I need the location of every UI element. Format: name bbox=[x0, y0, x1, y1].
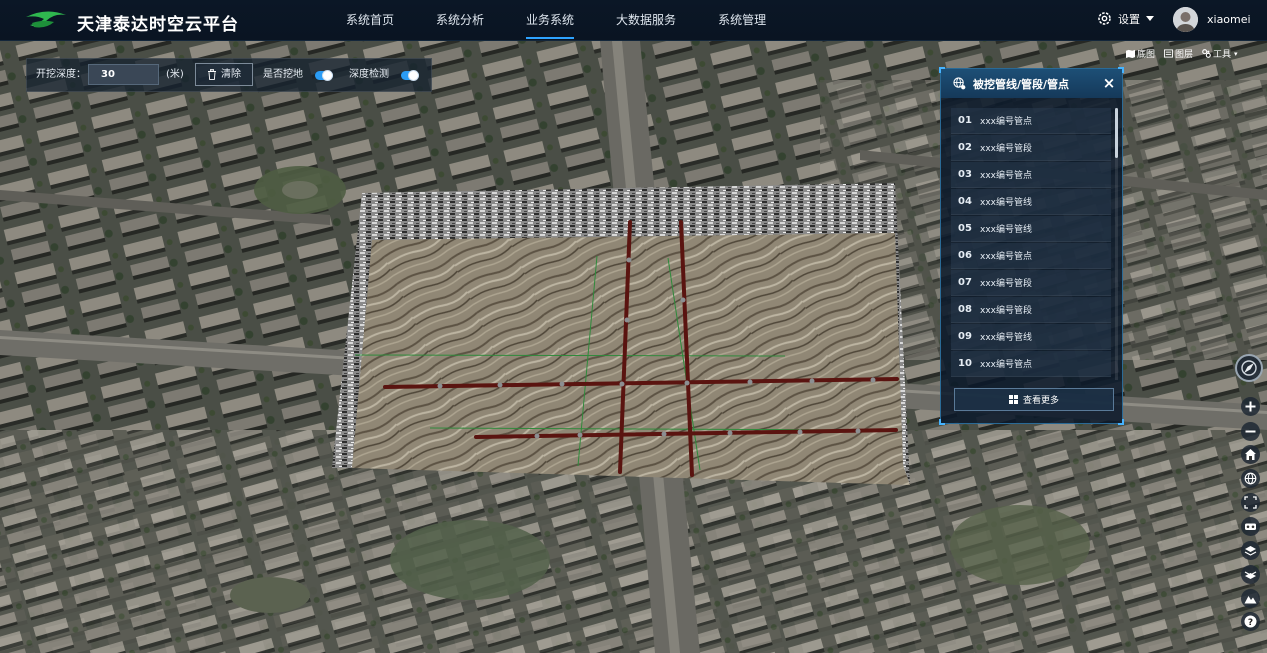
list-item-number: 07 bbox=[958, 277, 972, 288]
list-item-number: 06 bbox=[958, 250, 972, 261]
excavation-toolbar: 开挖深度： (米) 清除 是否挖地 深度检测 bbox=[26, 58, 432, 92]
dig-toggle[interactable] bbox=[315, 70, 333, 81]
list-item[interactable]: 06 xxx编号管点 bbox=[951, 243, 1111, 269]
panel-header: 被挖管线/管段/管点 × bbox=[941, 69, 1122, 98]
fullscreen-icon[interactable] bbox=[1241, 493, 1260, 512]
home-icon[interactable] bbox=[1241, 445, 1260, 464]
list-item-label: xxx编号管段 bbox=[980, 306, 1032, 316]
list-item[interactable]: 03 xxx编号管点 bbox=[951, 162, 1111, 188]
depth-detect-toggle[interactable] bbox=[401, 70, 419, 81]
list-item-number: 01 bbox=[958, 115, 972, 126]
terrain-icon[interactable] bbox=[1241, 589, 1260, 608]
user-icon bbox=[1173, 7, 1198, 32]
list-item[interactable]: 09 xxx编号管线 bbox=[951, 324, 1111, 350]
panel-corner bbox=[939, 67, 945, 73]
list-item-number: 08 bbox=[958, 304, 972, 315]
nav-item-bigdata[interactable]: 大数据服务 bbox=[600, 0, 692, 41]
depth-label: 开挖深度： bbox=[36, 69, 86, 80]
list-item[interactable]: 05 xxx编号管线 bbox=[951, 216, 1111, 242]
list-item[interactable]: 04 xxx编号管线 bbox=[951, 189, 1111, 215]
logo-icon bbox=[26, 11, 66, 28]
scrollbar-thumb[interactable] bbox=[1115, 108, 1118, 158]
panel-title: 被挖管线/管段/管点 bbox=[973, 77, 1070, 91]
zoom-in-icon[interactable] bbox=[1241, 397, 1260, 416]
help-icon[interactable]: ? bbox=[1241, 612, 1260, 631]
map-icon bbox=[1126, 49, 1135, 58]
basemap-label: 底图 bbox=[1137, 50, 1156, 60]
view-more-label: 查看更多 bbox=[1022, 396, 1059, 406]
compass-icon[interactable] bbox=[1235, 354, 1263, 382]
layer-down-icon[interactable] bbox=[1241, 565, 1260, 584]
nav-item-analysis[interactable]: 系统分析 bbox=[420, 0, 500, 41]
list-item-label: xxx编号管线 bbox=[980, 333, 1032, 343]
clear-button[interactable]: 清除 bbox=[195, 63, 253, 86]
globe-grid-icon bbox=[953, 77, 966, 90]
panel-corner bbox=[1118, 67, 1124, 73]
trash-icon bbox=[208, 69, 216, 80]
chevron-down-icon: ▾ bbox=[1234, 49, 1238, 58]
depth-input[interactable] bbox=[88, 64, 159, 85]
layer-up-icon[interactable] bbox=[1241, 541, 1260, 560]
tools-icon bbox=[1202, 49, 1211, 58]
settings-label: 设置 bbox=[1118, 12, 1140, 26]
gear-icon bbox=[1098, 12, 1111, 25]
globe-icon[interactable] bbox=[1241, 469, 1260, 488]
list-item[interactable]: 07 xxx编号管段 bbox=[951, 270, 1111, 296]
settings-menu[interactable]: 设置 bbox=[1096, 10, 1154, 27]
view-more-button[interactable]: 查看更多 bbox=[954, 388, 1114, 411]
depth-detect-label: 深度检测 bbox=[349, 69, 389, 80]
compass-needle-icon bbox=[1241, 360, 1257, 376]
list-item[interactable]: 10 xxx编号管点 bbox=[951, 351, 1111, 377]
tools-label: 工具 bbox=[1213, 50, 1232, 60]
list-item-number: 02 bbox=[958, 142, 972, 153]
nav-item-business[interactable]: 业务系统 bbox=[510, 0, 590, 41]
dig-toggle-label: 是否挖地 bbox=[263, 69, 303, 80]
pipe-list: 01 xxx编号管点 02 xxx编号管段 03 xxx编号管点 04 xxx编号管线 … bbox=[951, 108, 1111, 378]
nav-item-home[interactable]: 系统首页 bbox=[330, 0, 410, 41]
svg-text:?: ? bbox=[1248, 618, 1253, 628]
list-item-label: xxx编号管线 bbox=[980, 225, 1032, 235]
panel-corner bbox=[939, 419, 945, 425]
main-nav: 系统首页 系统分析 业务系统 大数据服务 系统管理 bbox=[330, 0, 792, 41]
close-icon[interactable]: × bbox=[1102, 74, 1116, 92]
basemap-button[interactable]: 底图 bbox=[1126, 47, 1155, 60]
layers-label: 图层 bbox=[1175, 50, 1194, 60]
list-item-number: 04 bbox=[958, 196, 972, 207]
panel-corner bbox=[1118, 419, 1124, 425]
list-item-label: xxx编号管段 bbox=[980, 279, 1032, 289]
tools-button[interactable]: 工具 ▾ bbox=[1202, 47, 1238, 60]
list-item-number: 05 bbox=[958, 223, 972, 234]
list-item-label: xxx编号管点 bbox=[980, 360, 1032, 370]
map-tools: 底图 图层 工具 ▾ bbox=[1126, 47, 1247, 60]
list-item-label: xxx编号管段 bbox=[980, 144, 1032, 154]
list-item-number: 09 bbox=[958, 331, 972, 342]
list-item-label: xxx编号管点 bbox=[980, 252, 1032, 262]
username[interactable]: xiaomei bbox=[1207, 13, 1251, 26]
avatar[interactable] bbox=[1173, 7, 1198, 32]
app-title: 天津泰达时空云平台 bbox=[77, 15, 239, 35]
list-item[interactable]: 01 xxx编号管点 bbox=[951, 108, 1111, 134]
excavated-pipes-panel: 被挖管线/管段/管点 × 01 xxx编号管点 02 xxx编号管段 03 xxx编号… bbox=[939, 67, 1124, 425]
vr-icon[interactable] bbox=[1241, 517, 1260, 536]
list-item-label: xxx编号管点 bbox=[980, 117, 1032, 127]
grid-icon bbox=[1008, 395, 1018, 404]
list-item[interactable]: 02 xxx编号管段 bbox=[951, 135, 1111, 161]
zoom-out-icon[interactable] bbox=[1241, 422, 1260, 441]
list-scrollbar[interactable] bbox=[1115, 108, 1118, 380]
list-item-number: 10 bbox=[958, 358, 972, 369]
layers-icon bbox=[1164, 49, 1174, 58]
list-item-label: xxx编号管线 bbox=[980, 198, 1032, 208]
nav-item-admin[interactable]: 系统管理 bbox=[702, 0, 782, 41]
depth-unit: (米) bbox=[166, 69, 184, 80]
list-item-label: xxx编号管点 bbox=[980, 171, 1032, 181]
clear-button-label: 清除 bbox=[221, 69, 241, 80]
chevron-down-icon bbox=[1146, 16, 1154, 21]
top-bar: 天津泰达时空云平台 系统首页 系统分析 业务系统 大数据服务 系统管理 设置 x… bbox=[0, 0, 1267, 41]
list-item-number: 03 bbox=[958, 169, 972, 180]
list-item[interactable]: 08 xxx编号管段 bbox=[951, 297, 1111, 323]
layers-button[interactable]: 图层 bbox=[1164, 47, 1193, 60]
